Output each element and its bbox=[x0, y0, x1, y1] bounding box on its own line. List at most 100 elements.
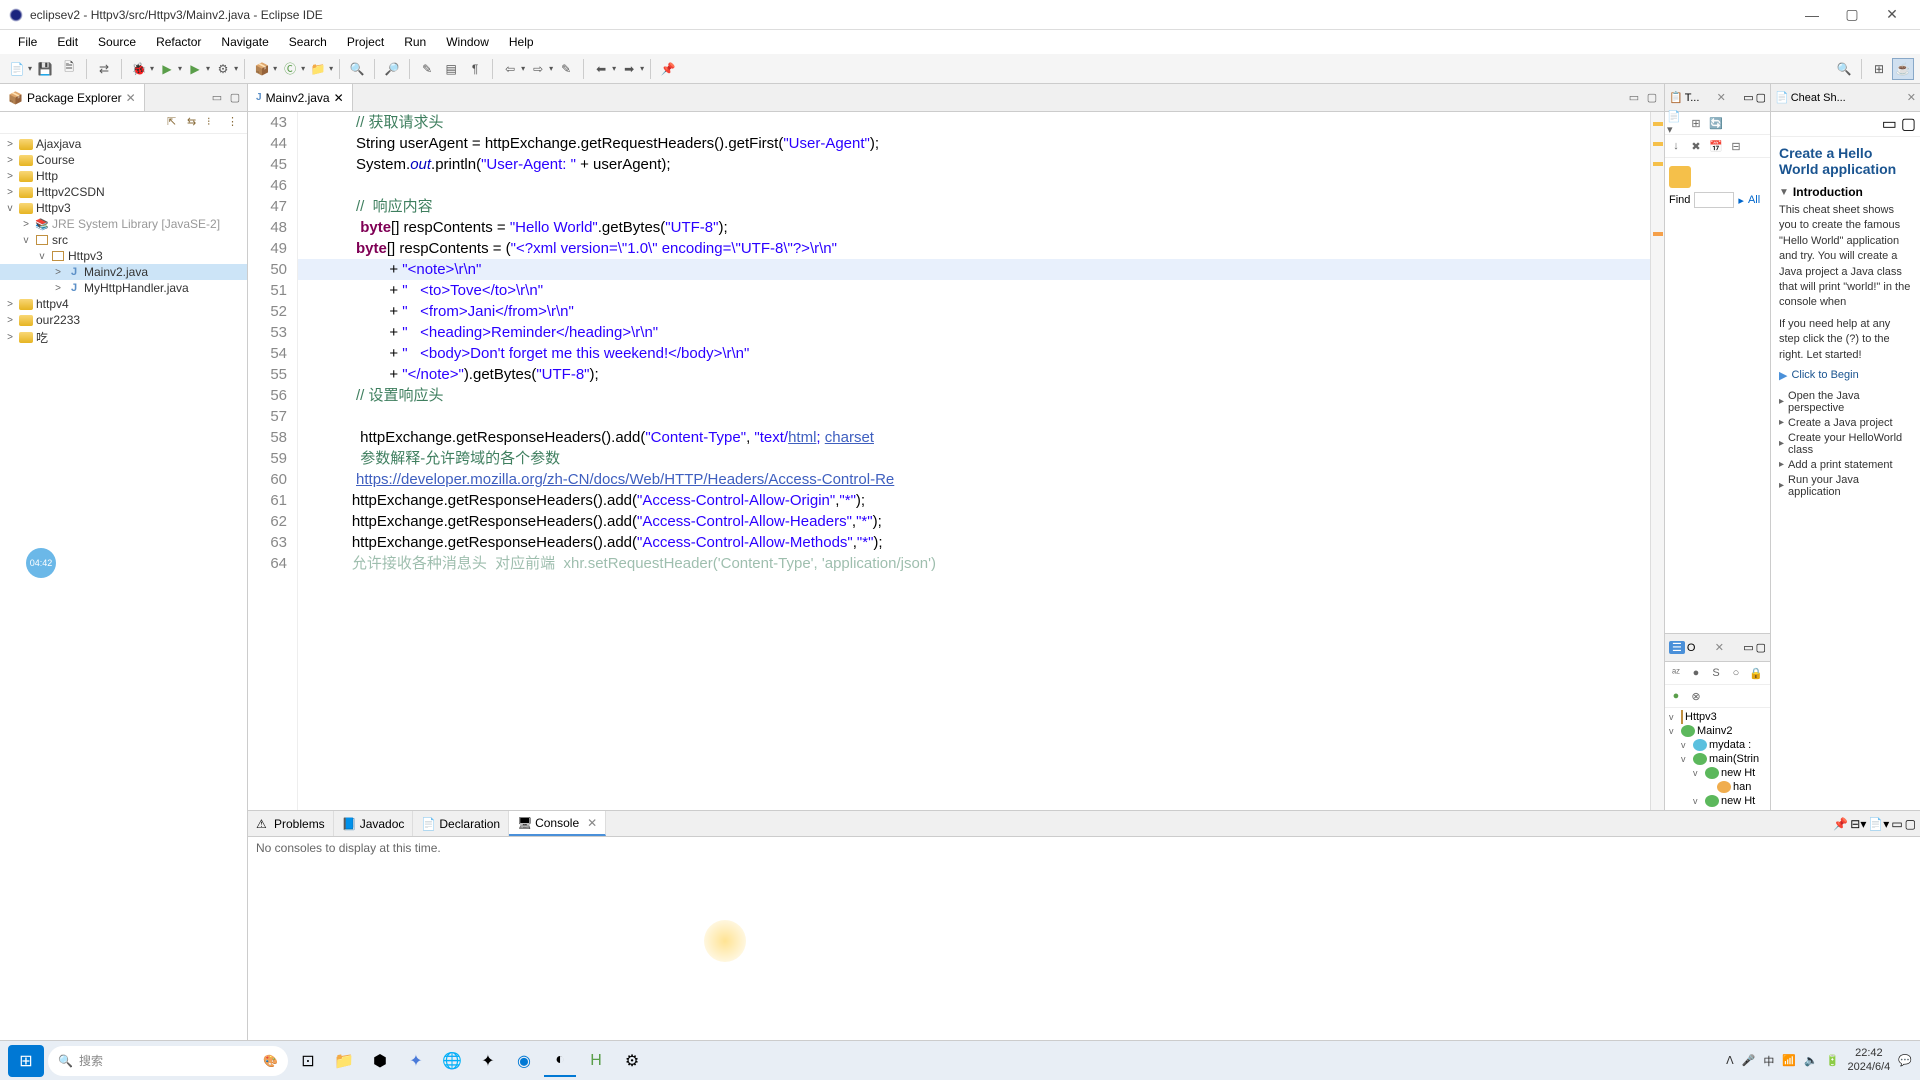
menu-run[interactable]: Run bbox=[394, 33, 436, 51]
tree-item[interactable]: >Httpv2CSDN bbox=[0, 184, 247, 200]
pin-console-button[interactable]: 📌 bbox=[1833, 817, 1848, 831]
link-editor-button[interactable]: ⇆ bbox=[187, 115, 203, 131]
settings-button[interactable]: ⚙ bbox=[616, 1045, 648, 1077]
minimize-view-button[interactable]: ▭ bbox=[1882, 114, 1897, 134]
hide-fields-button[interactable]: ● bbox=[1687, 664, 1705, 682]
wifi-icon[interactable]: 📶 bbox=[1782, 1054, 1796, 1067]
app-button[interactable]: ✦ bbox=[472, 1045, 504, 1077]
coverage-button[interactable]: ▶ bbox=[184, 58, 206, 80]
hide-static-button[interactable]: S bbox=[1707, 664, 1725, 682]
minimize-view-button[interactable]: ▭ bbox=[1891, 817, 1902, 831]
tree-item[interactable]: >吃 bbox=[0, 328, 247, 347]
outline-item[interactable]: vMainv2 bbox=[1667, 724, 1768, 738]
app-button[interactable]: H bbox=[580, 1045, 612, 1077]
tree-item[interactable]: vsrc bbox=[0, 232, 247, 248]
find-arrow-icon[interactable]: ▸ bbox=[1738, 194, 1744, 207]
menu-edit[interactable]: Edit bbox=[47, 33, 88, 51]
show-whitespace-button[interactable]: ¶ bbox=[464, 58, 486, 80]
view-menu-button[interactable]: ⋮ bbox=[227, 115, 243, 131]
schedule-button[interactable]: 📅 bbox=[1707, 137, 1725, 155]
cheat-step-link[interactable]: ▸Open the Java perspective bbox=[1779, 390, 1912, 414]
filter-button[interactable]: ⁝ bbox=[207, 115, 223, 131]
start-button[interactable]: ⊞ bbox=[8, 1045, 44, 1077]
cheat-step-link[interactable]: ▸Create your HelloWorld class bbox=[1779, 432, 1912, 456]
volume-icon[interactable]: 🔈 bbox=[1804, 1054, 1818, 1067]
link-button[interactable]: ⊗ bbox=[1687, 687, 1705, 705]
tab-problems[interactable]: ⚠Problems bbox=[248, 811, 334, 836]
tree-item[interactable]: >📚JRE System Library [JavaSE-2] bbox=[0, 216, 247, 232]
maximize-view-button[interactable]: ▢ bbox=[1756, 91, 1766, 104]
toggle-button[interactable]: ⇄ bbox=[93, 58, 115, 80]
cheat-step-link[interactable]: ▸Run your Java application bbox=[1779, 474, 1912, 498]
focus-button[interactable]: ✖ bbox=[1687, 137, 1705, 155]
battery-icon[interactable]: 🔋 bbox=[1826, 1054, 1840, 1067]
outline-tab[interactable]: ☰ O ✕ ▭ ▢ bbox=[1665, 634, 1770, 662]
collapse-all-button[interactable]: ⇱ bbox=[167, 115, 183, 131]
menu-project[interactable]: Project bbox=[337, 33, 394, 51]
menu-search[interactable]: Search bbox=[279, 33, 337, 51]
save-all-button[interactable]: 🗎 bbox=[58, 58, 80, 80]
menu-file[interactable]: File bbox=[8, 33, 47, 51]
synchronize-button[interactable]: 🔄 bbox=[1707, 114, 1725, 132]
debug-button[interactable]: 🐞 bbox=[128, 58, 150, 80]
save-button[interactable]: 💾 bbox=[34, 58, 56, 80]
new-package-button[interactable]: 📦 bbox=[251, 58, 273, 80]
hide-nonpublic-button[interactable]: ○ bbox=[1727, 664, 1745, 682]
new-task-button[interactable]: 📄▾ bbox=[1667, 114, 1685, 132]
close-icon[interactable]: ✕ bbox=[1907, 91, 1916, 104]
tab-javadoc[interactable]: 📘Javadoc bbox=[334, 811, 414, 836]
all-label[interactable]: All bbox=[1748, 194, 1760, 206]
find-input[interactable] bbox=[1694, 192, 1734, 208]
maximize-view-button[interactable]: ▢ bbox=[1756, 641, 1766, 654]
cheat-sheet-tab[interactable]: 📄 Cheat Sh... ✕ bbox=[1771, 84, 1920, 112]
pin-button[interactable]: 📌 bbox=[657, 58, 679, 80]
open-console-button[interactable]: 📄▾ bbox=[1868, 817, 1889, 831]
focus-active-button[interactable]: ● bbox=[1667, 687, 1685, 705]
tree-item[interactable]: >httpv4 bbox=[0, 296, 247, 312]
mic-icon[interactable]: 🎤 bbox=[1742, 1054, 1756, 1067]
minimize-view-button[interactable]: ▭ bbox=[209, 90, 225, 106]
tree-item[interactable]: >our2233 bbox=[0, 312, 247, 328]
minimize-view-button[interactable]: ▭ bbox=[1743, 641, 1753, 654]
edge-button[interactable]: ◉ bbox=[508, 1045, 540, 1077]
run-button[interactable]: ▶ bbox=[156, 58, 178, 80]
app-button[interactable]: ⬢ bbox=[364, 1045, 396, 1077]
maximize-view-button[interactable]: ▢ bbox=[227, 90, 243, 106]
hide-local-button[interactable]: 🔒 bbox=[1747, 664, 1765, 682]
tasks-tab[interactable]: 📋 T... ✕ ▭ ▢ bbox=[1665, 84, 1770, 112]
tree-item[interactable]: vHttpv3 bbox=[0, 248, 247, 264]
clock[interactable]: 22:42 2024/6/4 bbox=[1847, 1047, 1890, 1073]
tab-declaration[interactable]: 📄Declaration bbox=[413, 811, 509, 836]
hide-button[interactable]: ⊟ bbox=[1727, 137, 1745, 155]
notification-icon[interactable]: 💬 bbox=[1898, 1054, 1912, 1067]
package-explorer-tab[interactable]: 📦 Package Explorer ✕ bbox=[0, 84, 145, 111]
forward-button[interactable]: ➡ bbox=[618, 58, 640, 80]
collapse-button[interactable]: ↓ bbox=[1667, 137, 1685, 155]
close-icon[interactable]: ✕ bbox=[1715, 641, 1724, 654]
system-tray[interactable]: ᐱ 🎤 中 📶 🔈 🔋 22:42 2024/6/4 💬 bbox=[1726, 1047, 1912, 1073]
menu-help[interactable]: Help bbox=[499, 33, 544, 51]
back-button[interactable]: ⬅ bbox=[590, 58, 612, 80]
java-perspective-button[interactable]: ☕ bbox=[1892, 58, 1914, 80]
cheat-step-link[interactable]: ▸Add a print statement bbox=[1779, 459, 1912, 471]
close-icon[interactable]: ✕ bbox=[126, 91, 136, 105]
maximize-button[interactable]: ▢ bbox=[1832, 1, 1872, 29]
last-edit-button[interactable]: ✎ bbox=[555, 58, 577, 80]
open-type-button[interactable]: 🔍 bbox=[346, 58, 368, 80]
package-explorer-tree[interactable]: >Ajaxjava>Course>Http>Httpv2CSDNvHttpv3>… bbox=[0, 134, 247, 1040]
editor-body[interactable]: 4344454647484950515253545556575859606162… bbox=[248, 112, 1664, 810]
overview-ruler[interactable] bbox=[1650, 112, 1664, 810]
maximize-editor-button[interactable]: ▢ bbox=[1644, 90, 1660, 106]
tree-item[interactable]: >JMyHttpHandler.java bbox=[0, 280, 247, 296]
close-button[interactable]: ✕ bbox=[1872, 1, 1912, 29]
new-class-button[interactable]: Ⓒ bbox=[279, 58, 301, 80]
outline-item[interactable]: vmydata : bbox=[1667, 738, 1768, 752]
search-button[interactable]: 🔎 bbox=[381, 58, 403, 80]
ime-indicator[interactable]: 中 bbox=[1763, 1053, 1774, 1069]
app-button[interactable]: ✦ bbox=[400, 1045, 432, 1077]
close-icon[interactable]: ✕ bbox=[334, 91, 344, 105]
annotation-prev-button[interactable]: ⇦ bbox=[499, 58, 521, 80]
cheat-step-link[interactable]: ▸Create a Java project bbox=[1779, 417, 1912, 429]
open-perspective-button[interactable]: ⊞ bbox=[1868, 58, 1890, 80]
quick-access-button[interactable]: 🔍 bbox=[1833, 58, 1855, 80]
